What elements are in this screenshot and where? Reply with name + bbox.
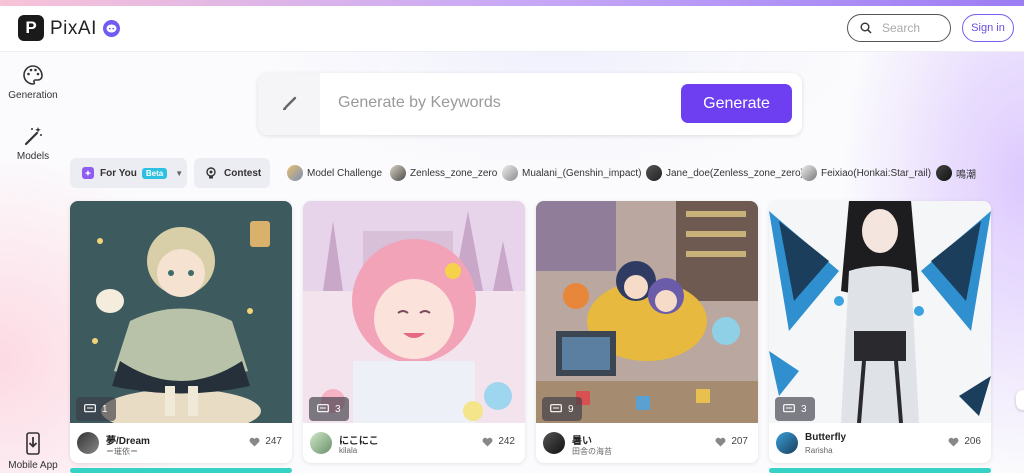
artwork-card[interactable]: 3 にこにこ kilala 242 xyxy=(303,201,525,463)
artwork-image xyxy=(303,201,525,423)
magic-wand-icon xyxy=(24,127,42,146)
heart-icon xyxy=(482,437,493,446)
comment-icon xyxy=(783,404,795,413)
tag-chip[interactable]: Zenless_zone_zero xyxy=(390,164,497,182)
author-handle: ＝璀依＝ xyxy=(106,447,138,456)
artwork-image xyxy=(536,201,758,423)
card-footer: 暑い 田舎の海苔 207 xyxy=(536,423,758,463)
sign-in-button[interactable]: Sign in xyxy=(962,14,1014,42)
artwork-image xyxy=(769,201,991,423)
sidebar-item-label: Generation xyxy=(8,90,58,101)
like-count: 206 xyxy=(964,436,981,447)
tag-label: Mualani_(Genshin_impact) xyxy=(522,167,642,179)
like-button[interactable]: 207 xyxy=(715,436,748,447)
author-handle: kilala xyxy=(339,446,358,455)
chevron-down-icon[interactable]: ▼ xyxy=(175,169,183,178)
tag-avatar xyxy=(801,165,817,181)
sidebar-item-generation[interactable]: Generation xyxy=(0,64,66,101)
author-handle: Rarisha xyxy=(805,446,833,455)
artwork-card[interactable]: 9 暑い 田舎の海苔 207 xyxy=(536,201,758,463)
tag-chip[interactable]: Feixiao(Honkai:Star_rail) xyxy=(801,164,931,182)
comment-count[interactable]: 3 xyxy=(309,397,349,421)
like-button[interactable]: 247 xyxy=(249,436,282,447)
scroll-handle[interactable] xyxy=(1016,390,1024,410)
author-name[interactable]: 夢/Dream xyxy=(106,432,150,447)
comment-count[interactable]: 3 xyxy=(775,397,815,421)
like-count: 247 xyxy=(265,436,282,447)
tag-chip[interactable]: Jane_doe(Zenless_zone_zero) xyxy=(646,164,804,182)
tag-label: Jane_doe(Zenless_zone_zero) xyxy=(666,167,804,179)
tag-label: Model Challenge xyxy=(307,167,383,179)
tag-chip[interactable]: Model Challenge xyxy=(287,164,382,182)
download-phone-icon xyxy=(26,432,40,455)
heart-icon xyxy=(948,437,959,446)
logo-icon[interactable]: P xyxy=(18,15,44,41)
tab-for-you[interactable]: ✦ For You Beta ▼ xyxy=(70,158,187,188)
tag-label: 鳴潮 xyxy=(956,169,976,181)
feed-tabs: ✦ For You Beta ▼ Contest Model Challenge… xyxy=(70,157,992,189)
tag-avatar xyxy=(646,165,662,181)
author-name[interactable]: にこにこ xyxy=(339,432,379,447)
header: P PixAI Search Sign in xyxy=(0,6,1024,52)
like-button[interactable]: 206 xyxy=(948,436,981,447)
card-accent-bar xyxy=(769,468,991,473)
tag-label: Feixiao(Honkai:Star_rail) xyxy=(821,167,932,179)
avatar[interactable] xyxy=(776,432,798,454)
avatar[interactable] xyxy=(543,432,565,454)
brush-icon[interactable] xyxy=(258,73,320,135)
sidebar-item-mobile-app[interactable]: Mobile App xyxy=(0,432,66,471)
trophy-icon xyxy=(206,167,216,179)
sidebar-item-models[interactable]: Models xyxy=(0,125,66,162)
tag-avatar xyxy=(936,165,952,181)
heart-icon xyxy=(249,437,260,446)
author-name[interactable]: Butterfly xyxy=(805,432,846,443)
comment-count[interactable]: 1 xyxy=(76,397,116,421)
artwork-card[interactable]: 3 Butterfly Rarisha 206 xyxy=(769,201,991,463)
like-count: 242 xyxy=(498,436,515,447)
card-footer: Butterfly Rarisha 206 xyxy=(769,423,991,463)
avatar[interactable] xyxy=(77,432,99,454)
heart-icon xyxy=(715,437,726,446)
avatar[interactable] xyxy=(310,432,332,454)
card-footer: 夢/Dream ＝璀依＝ 247 xyxy=(70,423,292,463)
tag-label: Zenless_zone_zero xyxy=(410,167,498,179)
artwork-card[interactable]: 1 夢/Dream ＝璀依＝ 247 xyxy=(70,201,292,463)
like-button[interactable]: 242 xyxy=(482,436,515,447)
sparkle-icon: ✦ xyxy=(82,167,94,179)
generate-keywords-input[interactable]: Generate by Keywords xyxy=(338,94,501,112)
card-accent-bar xyxy=(70,468,292,473)
app-name[interactable]: PixAI xyxy=(50,18,97,40)
comment-icon xyxy=(317,404,329,413)
tab-contest[interactable]: Contest xyxy=(194,158,270,188)
search-icon xyxy=(860,22,872,34)
tag-chip[interactable]: Mualani_(Genshin_impact) xyxy=(502,164,642,182)
comment-icon xyxy=(84,404,96,413)
tag-avatar xyxy=(502,165,518,181)
sidebar-item-label: Models xyxy=(16,151,50,162)
comment-icon xyxy=(550,404,562,413)
palette-icon xyxy=(23,65,43,85)
search-input[interactable]: Search xyxy=(847,14,951,42)
generate-bar: Generate by Keywords Generate xyxy=(258,73,802,135)
tag-avatar xyxy=(287,165,303,181)
comment-count[interactable]: 9 xyxy=(542,397,582,421)
author-handle: 田舎の海苔 xyxy=(572,447,612,456)
comment-count-value: 3 xyxy=(335,403,341,415)
sidebar-item-label: Mobile App xyxy=(8,460,58,471)
beta-badge: Beta xyxy=(141,167,168,179)
tag-chip[interactable]: 鳴潮 xyxy=(936,164,976,182)
comment-count-value: 1 xyxy=(102,403,108,415)
card-footer: にこにこ kilala 242 xyxy=(303,423,525,463)
search-placeholder: Search xyxy=(882,21,921,35)
tab-label: Contest xyxy=(224,167,262,179)
artwork-image xyxy=(70,201,292,423)
tag-avatar xyxy=(390,165,406,181)
tab-label: For You xyxy=(100,167,137,179)
author-name[interactable]: 暑い xyxy=(572,432,592,447)
comment-count-value: 9 xyxy=(568,403,574,415)
like-count: 207 xyxy=(731,436,748,447)
generate-button[interactable]: Generate xyxy=(681,84,792,123)
comment-count-value: 3 xyxy=(801,403,807,415)
discord-icon[interactable] xyxy=(103,20,120,37)
